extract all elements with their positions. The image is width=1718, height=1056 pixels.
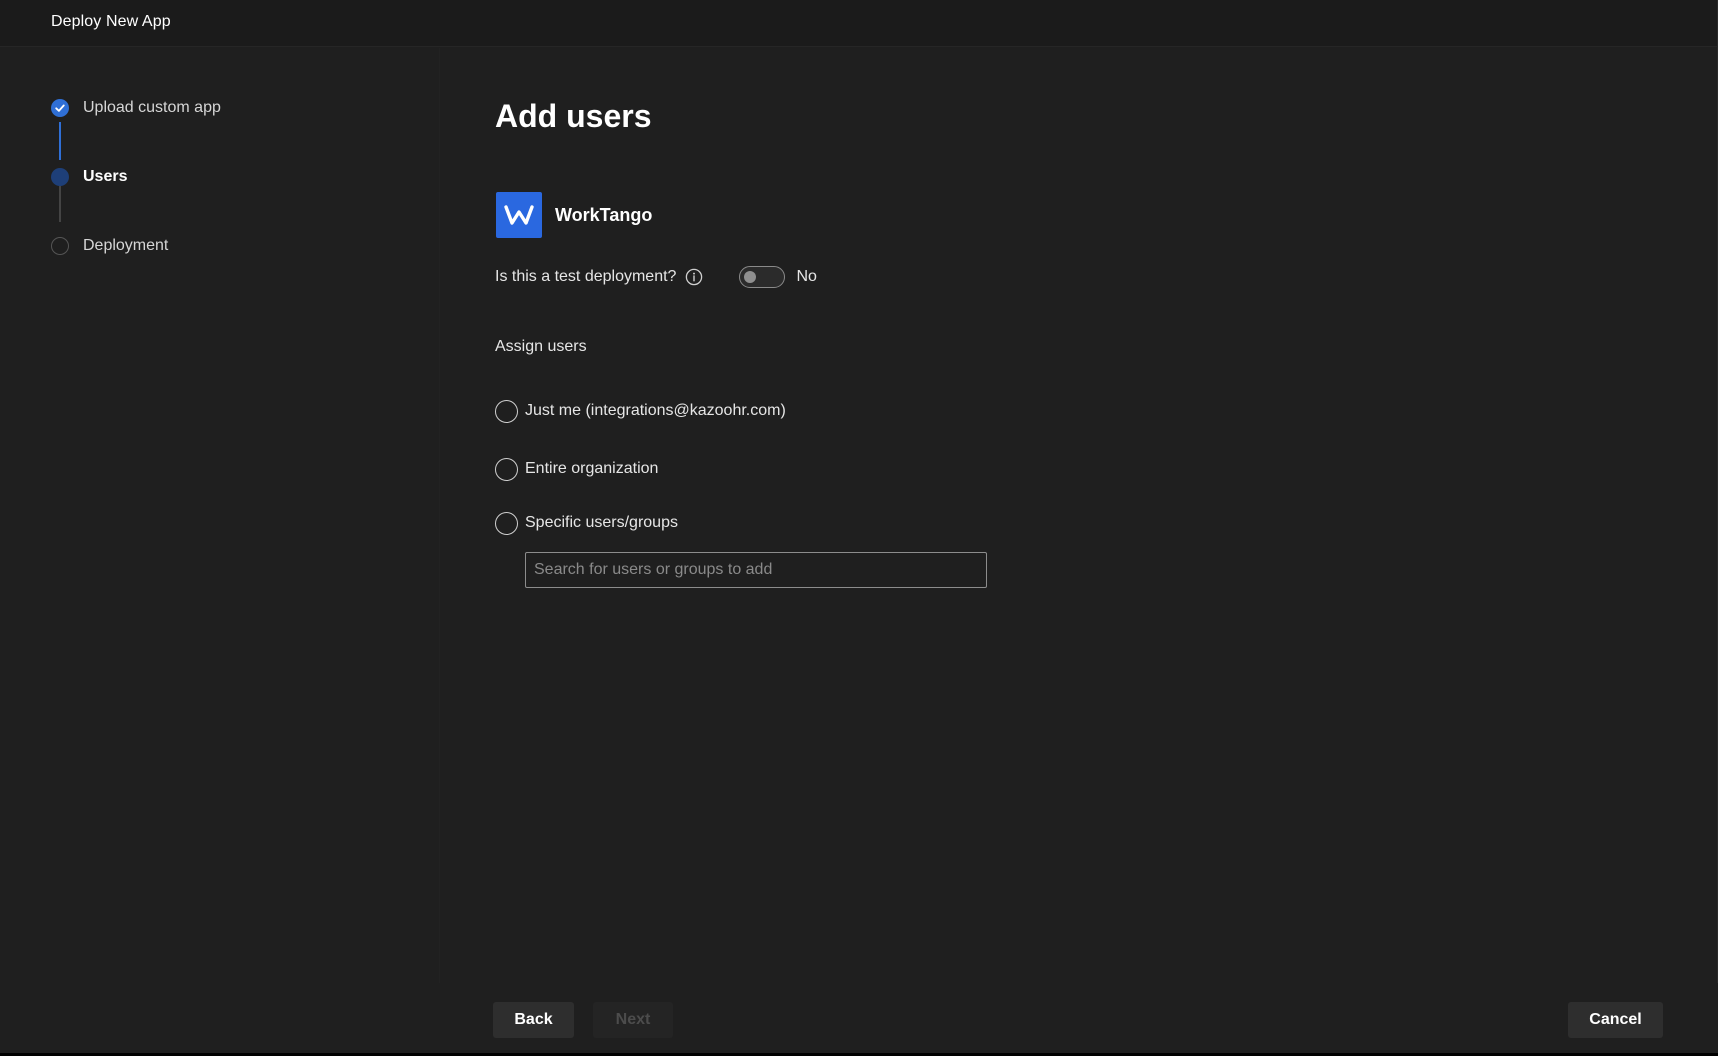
checkmark-icon	[51, 99, 69, 117]
radio-option-specific-users-groups[interactable]: Specific users/groups	[495, 510, 678, 536]
test-deployment-row: Is this a test deployment? No	[495, 264, 817, 290]
step-connector-pending	[59, 186, 61, 222]
deploy-app-window: Deploy New App Upload custom app Users D…	[0, 0, 1718, 1053]
radio-option-just-me[interactable]: Just me (integrations@kazoohr.com)	[495, 398, 786, 424]
radio-option-entire-organization[interactable]: Entire organization	[495, 456, 658, 482]
test-deployment-label: Is this a test deployment?	[495, 268, 677, 285]
app-logo	[496, 192, 542, 238]
radio-label: Specific users/groups	[525, 514, 678, 531]
info-icon[interactable]	[685, 268, 703, 286]
test-deployment-toggle[interactable]	[739, 266, 786, 288]
current-step-dot-icon	[51, 168, 69, 186]
toggle-knob	[744, 270, 757, 283]
page-title: Add users	[495, 98, 652, 134]
toggle-state-label: No	[796, 268, 817, 285]
step-label: Users	[83, 168, 128, 185]
next-button[interactable]: Next	[593, 1002, 673, 1038]
assign-users-label: Assign users	[495, 338, 587, 355]
app-name: WorkTango	[555, 205, 653, 225]
step-label: Upload custom app	[83, 99, 221, 116]
search-users-groups-input[interactable]	[525, 552, 987, 588]
stepper-sidebar: Upload custom app Users Deployment	[0, 48, 440, 983]
step-label: Deployment	[83, 237, 169, 254]
step-upload-custom-app: Upload custom app	[51, 97, 221, 119]
footer-bar: Back Next Cancel	[0, 983, 1718, 1053]
window-title: Deploy New App	[51, 13, 171, 30]
radio-button[interactable]	[495, 511, 518, 535]
step-connector-completed	[59, 122, 61, 160]
cancel-button[interactable]: Cancel	[1568, 1002, 1663, 1038]
worktango-logo-icon	[504, 205, 534, 225]
main-content: Add users WorkTango Is this a test deplo…	[441, 48, 1717, 983]
radio-button[interactable]	[495, 399, 518, 423]
radio-label: Just me (integrations@kazoohr.com)	[525, 402, 786, 419]
pending-step-circle-icon	[51, 237, 69, 255]
step-users: Users	[51, 166, 127, 188]
back-button[interactable]: Back	[493, 1002, 574, 1038]
title-bar: Deploy New App	[0, 0, 1717, 47]
step-deployment: Deployment	[51, 235, 168, 257]
radio-button[interactable]	[495, 457, 518, 481]
radio-label: Entire organization	[525, 460, 659, 477]
